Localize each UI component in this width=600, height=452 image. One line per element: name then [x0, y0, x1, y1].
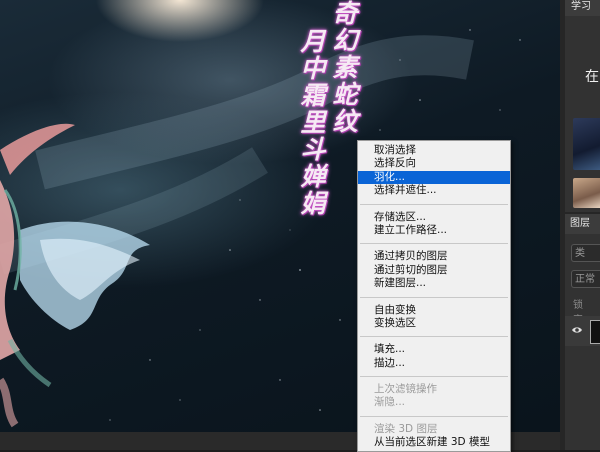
layer-thumbnail	[590, 320, 600, 344]
calligraphy-column-right: 奇幻素蛇纹	[329, 0, 358, 135]
menu-separator	[360, 243, 508, 245]
menu-separator	[360, 296, 508, 298]
menu-separator	[360, 415, 508, 417]
eye-icon[interactable]	[571, 324, 583, 336]
menu-item[interactable]: 羽化...	[358, 170, 510, 185]
menu-item[interactable]: 取消选择	[358, 144, 510, 157]
menu-item[interactable]: 从当前选区新建 3D 模型	[358, 436, 510, 449]
menu-item[interactable]: 存储选区...	[358, 211, 510, 224]
layer-filter-search[interactable]: 类	[571, 244, 600, 262]
learn-tab[interactable]: 学习	[565, 0, 600, 16]
menu-item: 渲染 3D 图层	[374, 422, 438, 435]
menu-separator	[360, 376, 508, 378]
menu-item: 渐隐...	[374, 396, 406, 409]
menu-item[interactable]: 描边...	[358, 357, 510, 370]
blend-mode-select[interactable]: 正常	[571, 270, 600, 288]
learn-heading: 在	[585, 69, 599, 85]
context-menu: 取消选择 选择反向 羽化... 选择并遮住... 存储选区... 建立工作路径... 通过拷…	[357, 140, 511, 452]
calligraphy-column-left: 月中霜里斗婵娟	[297, 28, 326, 217]
menu-item[interactable]: 选择并遮住...	[358, 184, 510, 197]
menu-item: 上次滤镜操作	[374, 383, 437, 396]
layers-tab[interactable]: 图层	[565, 214, 600, 234]
tutorial-thumbnail[interactable]	[573, 118, 600, 170]
menu-item[interactable]: 新建图层...	[358, 277, 510, 290]
menu-item[interactable]: 选择反向	[358, 157, 510, 170]
menu-item[interactable]: 自由变换	[358, 304, 510, 317]
menu-item[interactable]: 建立工作路径...	[358, 224, 510, 237]
menu-item[interactable]: 通过剪切的图层	[358, 264, 510, 277]
menu-item[interactable]: 变换选区	[358, 317, 510, 330]
menu-separator	[360, 203, 508, 205]
tutorial-thumbnail[interactable]	[573, 178, 600, 208]
layer-row[interactable]	[565, 316, 600, 346]
menu-item[interactable]: 通过拷贝的图层	[358, 250, 510, 263]
right-panel: 学习 在 图层 类 正常 锁定：	[565, 0, 600, 450]
menu-separator	[360, 336, 508, 338]
menu-item[interactable]: 填充...	[358, 343, 510, 356]
